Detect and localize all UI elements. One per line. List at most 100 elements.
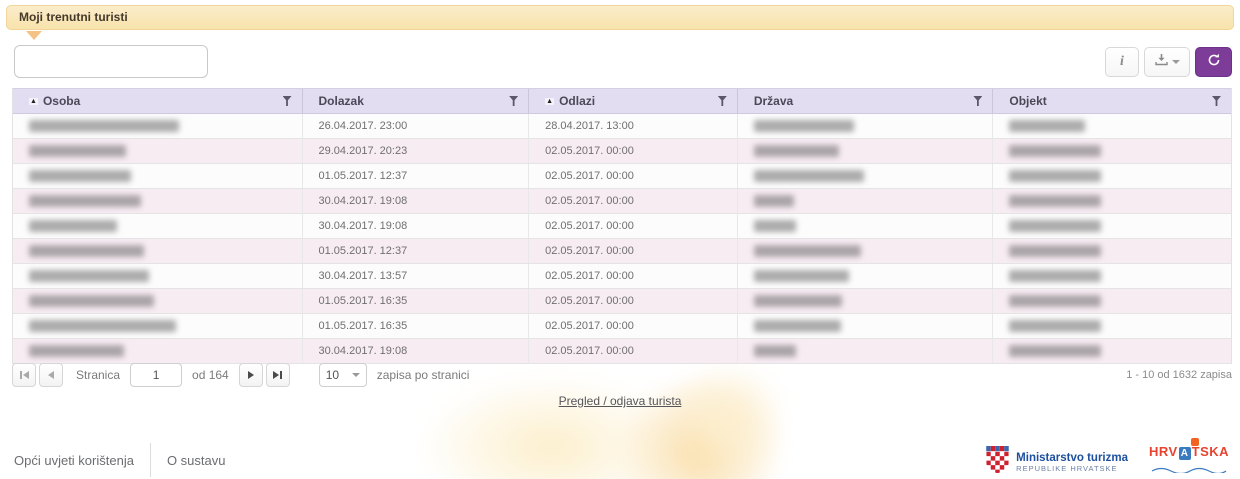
cell-objekt[interactable] <box>993 314 1231 338</box>
redacted-text <box>754 170 864 182</box>
cell-osoba[interactable] <box>13 314 303 338</box>
cell-objekt[interactable] <box>993 164 1231 188</box>
htz-blue-a-icon: A <box>1179 447 1191 460</box>
first-page-icon <box>20 371 22 379</box>
footer-links: Opći uvjeti korištenja O sustavu <box>14 442 225 478</box>
column-header-0[interactable]: ▲Osoba <box>13 89 303 113</box>
ministry-subtitle: REPUBLIKE HRVATSKE <box>1016 464 1128 473</box>
cell-objekt[interactable] <box>993 239 1231 263</box>
cell-odlazi: 02.05.2017. 00:00 <box>529 189 738 213</box>
cell-odlazi: 02.05.2017. 00:00 <box>529 164 738 188</box>
refresh-button[interactable] <box>1195 47 1232 77</box>
pagination-bar: Stranica od 164 10 zapisa po stranici 1 … <box>12 360 1232 390</box>
redacted-text <box>754 145 839 157</box>
toolbar: i <box>1105 47 1232 77</box>
footer-link-opci-uvjeti[interactable]: Opći uvjeti korištenja <box>14 453 134 468</box>
cell-objekt[interactable] <box>993 214 1231 238</box>
redacted-text <box>29 145 126 157</box>
cell-drzava[interactable] <box>738 164 994 188</box>
redacted-text <box>754 345 796 357</box>
page-number-input[interactable] <box>130 363 182 387</box>
cell-dolazak: 01.05.2017. 12:37 <box>303 164 530 188</box>
sort-asc-icon: ▲ <box>545 98 554 105</box>
cell-drzava[interactable] <box>738 264 994 288</box>
cell-dolazak: 26.04.2017. 23:00 <box>303 114 530 138</box>
filter-icon[interactable] <box>718 96 727 106</box>
cell-drzava[interactable] <box>738 114 994 138</box>
cell-odlazi: 02.05.2017. 00:00 <box>529 314 738 338</box>
redacted-text <box>29 320 176 332</box>
htz-orange-square-icon <box>1191 438 1199 446</box>
cell-osoba[interactable] <box>13 239 303 263</box>
cell-objekt[interactable] <box>993 114 1231 138</box>
tourists-table: ▲OsobaDolazak▲Odlazi Država Objekt 26.04.2… <box>12 88 1232 364</box>
search-input[interactable] <box>14 45 208 78</box>
info-button[interactable]: i <box>1105 47 1139 77</box>
cell-osoba[interactable] <box>13 289 303 313</box>
redacted-text <box>1009 145 1101 157</box>
per-page-label: zapisa po stranici <box>377 368 470 382</box>
redacted-text <box>1009 220 1101 232</box>
table-row[interactable]: 26.04.2017. 23:0028.04.2017. 13:00 <box>13 114 1231 139</box>
croatian-coat-of-arms-icon <box>986 446 1009 478</box>
stranica-label: Stranica <box>76 368 120 382</box>
redacted-text <box>1009 295 1101 307</box>
table-row[interactable]: 01.05.2017. 16:3502.05.2017. 00:00 <box>13 289 1231 314</box>
column-header-4[interactable]: Objekt <box>993 89 1231 113</box>
cell-drzava[interactable] <box>738 139 994 163</box>
cell-objekt[interactable] <box>993 189 1231 213</box>
ministry-name: Ministarstvo turizma <box>1016 452 1128 464</box>
cell-drzava[interactable] <box>738 314 994 338</box>
table-row[interactable]: 01.05.2017. 12:3702.05.2017. 00:00 <box>13 239 1231 264</box>
next-page-button[interactable] <box>239 363 263 387</box>
column-header-2[interactable]: ▲Odlazi <box>529 89 738 113</box>
cell-drzava[interactable] <box>738 289 994 313</box>
sort-asc-icon: ▲ <box>29 98 38 105</box>
table-row[interactable]: 01.05.2017. 16:3502.05.2017. 00:00 <box>13 314 1231 339</box>
filter-icon[interactable] <box>973 96 982 106</box>
table-row[interactable]: 01.05.2017. 12:3702.05.2017. 00:00 <box>13 164 1231 189</box>
last-page-button[interactable] <box>266 363 290 387</box>
chevron-down-icon <box>1172 60 1180 64</box>
cell-dolazak: 29.04.2017. 20:23 <box>303 139 530 163</box>
cell-objekt[interactable] <box>993 289 1231 313</box>
footer-divider <box>150 443 151 477</box>
cell-objekt[interactable] <box>993 139 1231 163</box>
table-row[interactable]: 30.04.2017. 13:5702.05.2017. 00:00 <box>13 264 1231 289</box>
redacted-text <box>29 120 179 132</box>
filter-icon[interactable] <box>283 96 292 106</box>
previous-page-button[interactable] <box>39 363 63 387</box>
redacted-text <box>754 195 794 207</box>
first-page-button[interactable] <box>12 363 36 387</box>
column-header-1[interactable]: Dolazak <box>303 89 530 113</box>
filter-icon[interactable] <box>1212 96 1221 106</box>
cell-drzava[interactable] <box>738 189 994 213</box>
cell-osoba[interactable] <box>13 264 303 288</box>
cell-dolazak: 30.04.2017. 19:08 <box>303 189 530 213</box>
table-row[interactable]: 30.04.2017. 19:0802.05.2017. 00:00 <box>13 189 1231 214</box>
redacted-text <box>1009 245 1101 257</box>
cell-drzava[interactable] <box>738 239 994 263</box>
cell-osoba[interactable] <box>13 189 303 213</box>
filter-icon[interactable] <box>509 96 518 106</box>
pregled-odjava-turista-link[interactable]: Pregled / odjava turista <box>559 394 682 408</box>
chevron-down-icon <box>352 373 360 377</box>
cell-drzava[interactable] <box>738 214 994 238</box>
table-row[interactable]: 29.04.2017. 20:2302.05.2017. 00:00 <box>13 139 1231 164</box>
column-header-3[interactable]: Država <box>738 89 994 113</box>
cell-odlazi: 02.05.2017. 00:00 <box>529 264 738 288</box>
export-button[interactable] <box>1144 47 1190 77</box>
footer-link-o-sustavu[interactable]: O sustavu <box>167 453 226 468</box>
redacted-text <box>1009 170 1101 182</box>
cell-osoba[interactable] <box>13 114 303 138</box>
column-label: Država <box>754 94 793 108</box>
page-size-select[interactable]: 10 <box>319 363 367 387</box>
cell-osoba[interactable] <box>13 214 303 238</box>
tab-moji-trenutni-turisti[interactable]: Moji trenutni turisti <box>6 5 1234 30</box>
redacted-text <box>1009 345 1101 357</box>
cell-objekt[interactable] <box>993 264 1231 288</box>
cell-osoba[interactable] <box>13 164 303 188</box>
table-row[interactable]: 30.04.2017. 19:0802.05.2017. 00:00 <box>13 214 1231 239</box>
cell-odlazi: 02.05.2017. 00:00 <box>529 139 738 163</box>
cell-osoba[interactable] <box>13 139 303 163</box>
